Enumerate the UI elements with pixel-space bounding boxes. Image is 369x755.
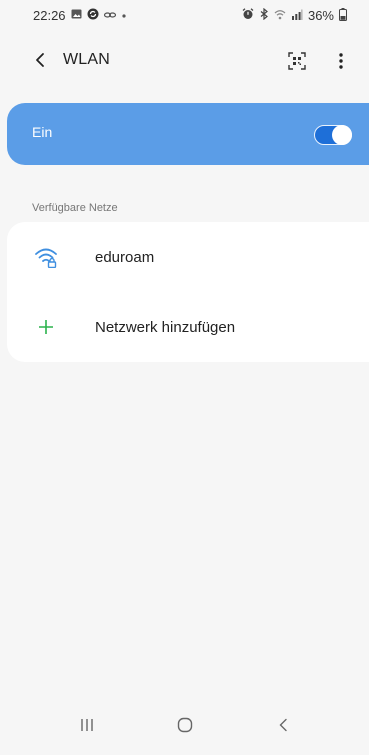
recent-apps-icon: [81, 719, 93, 731]
status-left: 22:26: [33, 8, 127, 23]
more-options-button[interactable]: [333, 49, 349, 73]
sync-icon: [87, 8, 99, 22]
bluetooth-icon: [259, 7, 269, 22]
switch-knob: [332, 125, 352, 145]
wifi-locked-icon: [33, 245, 59, 269]
networks-card: eduroam Netzwerk hinzufügen: [7, 222, 369, 362]
network-item-eduroam[interactable]: eduroam: [7, 222, 369, 292]
back-button[interactable]: [28, 48, 52, 72]
wifi-signal-icon: [274, 9, 286, 22]
home-icon: [177, 717, 193, 733]
wifi-switch[interactable]: [314, 125, 352, 145]
network-name: eduroam: [95, 249, 155, 266]
available-networks-label: Verfügbare Netze: [32, 202, 118, 214]
app-bar: WLAN: [0, 38, 369, 84]
battery-icon: [339, 7, 347, 23]
status-right: 36%: [242, 7, 347, 23]
recent-apps-button[interactable]: [72, 713, 102, 737]
battery-percent: 36%: [307, 7, 334, 23]
dot-icon: [121, 9, 127, 21]
wifi-toggle-label: Ein: [32, 124, 53, 140]
gallery-icon: [71, 9, 82, 21]
alarm-icon: [242, 8, 254, 22]
chevron-left-icon: [36, 53, 44, 67]
add-network-item[interactable]: Netzwerk hinzufügen: [7, 292, 369, 362]
back-nav-button[interactable]: [268, 713, 298, 737]
status-time: 22:26: [33, 7, 66, 23]
system-navigation-bar: [0, 695, 369, 755]
plus-icon: [33, 315, 59, 339]
back-icon: [279, 718, 287, 732]
status-bar: 22:26 36%: [0, 0, 369, 30]
qr-scan-icon: [288, 52, 306, 70]
wifi-toggle-card[interactable]: Ein: [7, 103, 369, 165]
link-icon: [103, 9, 116, 21]
qr-scan-button[interactable]: [285, 49, 309, 73]
cell-signal-icon: [291, 9, 303, 22]
add-network-label: Netzwerk hinzufügen: [95, 319, 236, 336]
page-title: WLAN: [63, 51, 111, 68]
more-vert-icon: [339, 53, 343, 69]
home-button[interactable]: [170, 713, 200, 737]
